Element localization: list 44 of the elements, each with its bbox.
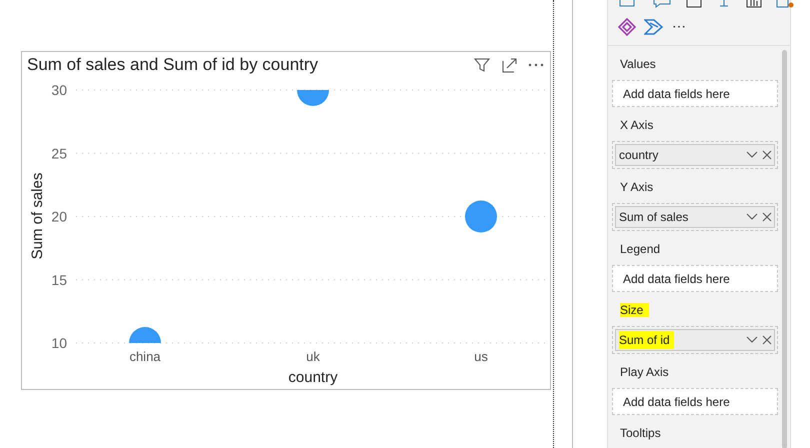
chevron-down-icon[interactable] bbox=[746, 336, 758, 344]
chevron-down-icon[interactable] bbox=[746, 213, 758, 221]
y-tick-label: 10 bbox=[51, 334, 67, 351]
x-tick-label: us bbox=[474, 348, 488, 364]
x-axis-title: country bbox=[288, 368, 338, 386]
field-name: Sum of id bbox=[619, 331, 674, 349]
y-tick-label: 25 bbox=[51, 145, 67, 162]
field-chip[interactable]: Sum of id bbox=[615, 329, 775, 351]
drop-well[interactable]: Add data fields here bbox=[612, 388, 778, 415]
scrollbar[interactable] bbox=[782, 50, 787, 448]
field-chip[interactable]: country bbox=[615, 144, 775, 166]
well-label: Y Axis bbox=[620, 180, 654, 194]
bubble bbox=[129, 326, 161, 343]
more-options-icon[interactable] bbox=[528, 62, 544, 67]
drop-well[interactable]: Add data fields here bbox=[612, 265, 778, 292]
close-icon[interactable] bbox=[762, 335, 772, 345]
close-icon[interactable] bbox=[762, 212, 772, 222]
chart-visual[interactable]: Sum of sales and Sum of id by country 10 15 20 25 30 china uk us country Sum of sales bbox=[21, 51, 551, 390]
chevron-down-icon[interactable] bbox=[746, 151, 758, 159]
bubble bbox=[465, 200, 497, 232]
close-icon[interactable] bbox=[762, 150, 772, 160]
well-label: Legend bbox=[620, 242, 662, 256]
well-label: Size bbox=[620, 303, 650, 317]
y-tick-label: 20 bbox=[51, 208, 67, 224]
well-label: Values bbox=[620, 57, 657, 71]
drop-well[interactable]: Add data fields here bbox=[612, 80, 778, 107]
filter-icon[interactable] bbox=[474, 56, 490, 73]
x-tick-label: uk bbox=[306, 348, 320, 364]
focus-mode-icon[interactable] bbox=[502, 56, 518, 73]
more-visuals-button[interactable]: ⋯ bbox=[672, 16, 686, 37]
well-label: Play Axis bbox=[620, 365, 670, 379]
well-label: X Axis bbox=[620, 118, 654, 132]
y-tick-label: 15 bbox=[51, 272, 67, 288]
chevron-icon[interactable] bbox=[644, 18, 664, 34]
visual-title: Sum of sales and Sum of id by country bbox=[27, 54, 318, 76]
bubble bbox=[297, 90, 329, 106]
x-tick-label: china bbox=[129, 348, 161, 364]
y-tick-label: 30 bbox=[51, 82, 67, 98]
field-name: Sum of sales bbox=[619, 209, 690, 226]
y-axis-title: Sum of sales bbox=[29, 172, 46, 260]
well-label: Tooltips bbox=[620, 426, 662, 440]
diamond-icon[interactable] bbox=[618, 18, 636, 36]
field-chip[interactable]: Sum of sales bbox=[615, 206, 775, 228]
field-name: country bbox=[619, 147, 660, 164]
